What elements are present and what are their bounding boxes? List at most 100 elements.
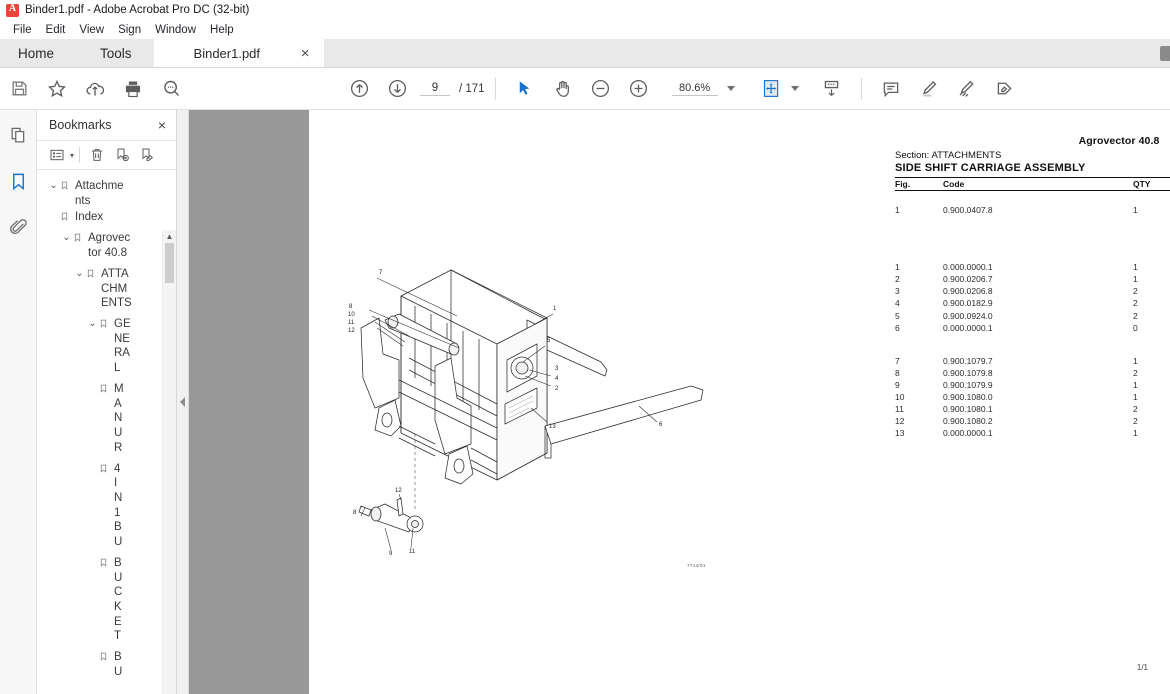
new-bookmark-icon[interactable]: [110, 144, 133, 166]
page-thumbnails-icon[interactable]: [3, 120, 33, 150]
cell-qty: 1: [1133, 274, 1138, 285]
page-scroll-icon[interactable]: [813, 70, 851, 108]
menu-view[interactable]: View: [72, 23, 111, 37]
document-model-title: Agrovector 40.8: [1078, 135, 1160, 147]
menu-file[interactable]: File: [6, 23, 39, 37]
cell-code: 0.900.1080.0: [943, 391, 993, 402]
chevron-down-icon[interactable]: ⌄: [73, 267, 86, 281]
options-chevron-icon[interactable]: ▾: [70, 151, 74, 160]
column-header-qty: QTY: [1133, 179, 1151, 189]
zoom-out-icon[interactable]: [582, 70, 620, 108]
bookmark-item[interactable]: MANUR: [37, 381, 176, 457]
cell-code: 0.000.0000.1: [943, 322, 993, 333]
bookmark-icon: [99, 382, 114, 397]
scroll-up-arrow-icon[interactable]: ▲: [163, 230, 176, 243]
cell-fig: 2: [895, 274, 900, 285]
tab-document[interactable]: Binder1.pdf ×: [153, 39, 324, 68]
close-icon[interactable]: ×: [301, 46, 310, 61]
bookmark-label: 4 IN 1 BU: [114, 462, 123, 549]
cell-code: 0.900.0206.8: [943, 286, 993, 297]
chevron-down-icon[interactable]: ⌄: [60, 231, 73, 245]
close-icon[interactable]: ×: [158, 118, 166, 132]
cell-qty: 2: [1133, 403, 1138, 414]
bookmark-item[interactable]: BU: [37, 649, 176, 680]
drawing-callout: 8: [353, 510, 357, 516]
tab-tools[interactable]: Tools: [78, 39, 154, 68]
bookmarks-toolbar-divider: [79, 147, 81, 163]
hand-icon[interactable]: [544, 70, 582, 108]
sign-icon[interactable]: [986, 70, 1024, 108]
next-page-icon[interactable]: [378, 70, 416, 108]
drawing-callout: 11: [348, 320, 355, 326]
cell-code: 0.000.0000.1: [943, 428, 993, 439]
menu-edit[interactable]: Edit: [39, 23, 73, 37]
bookmark-label: Agrovector 40.8: [88, 232, 131, 260]
panel-collapse-handle[interactable]: [177, 110, 189, 694]
menu-sign[interactable]: Sign: [111, 23, 148, 37]
cell-fig: 1: [895, 205, 900, 215]
bookmark-item[interactable]: ⌄ GENERAL: [37, 316, 176, 377]
edit-bookmark-icon[interactable]: [135, 144, 158, 166]
bookmark-item[interactable]: ⌄ Agrovector 40.8: [37, 230, 176, 261]
cell-qty: 1: [1133, 262, 1138, 273]
save-icon[interactable]: [0, 70, 38, 108]
bookmark-icon: [73, 231, 88, 246]
tab-home[interactable]: Home: [0, 39, 78, 68]
bookmark-label: Index: [75, 211, 104, 224]
star-icon[interactable]: [38, 70, 76, 108]
table-row: 11 0.900.1080.1 2 washer: [895, 403, 1170, 415]
window-title: Binder1.pdf - Adobe Acrobat Pro DC (32-b…: [25, 4, 250, 16]
erase-pen-icon[interactable]: [948, 70, 986, 108]
cell-code: 0.900.1079.9: [943, 379, 993, 390]
list-options-icon[interactable]: [45, 144, 68, 166]
table-row: 8 0.900.1079.8 2 bolt: [895, 367, 1170, 379]
tabbar-overflow-icon[interactable]: [1160, 46, 1170, 61]
bookmark-item[interactable]: BUCKET: [37, 555, 176, 645]
cell-code: 0.900.1080.1: [943, 403, 993, 414]
bookmark-item[interactable]: Index: [37, 209, 176, 226]
magnifier-icon[interactable]: [152, 70, 190, 108]
menu-window[interactable]: Window: [148, 23, 203, 37]
drawing-callout: 10: [348, 312, 355, 318]
zoom-control[interactable]: 80.6%: [671, 82, 735, 96]
highlight-pen-icon[interactable]: [910, 70, 948, 108]
drawing-callout: 12: [348, 328, 355, 334]
paperclip-icon[interactable]: [3, 212, 33, 242]
chevron-down-icon[interactable]: [726, 86, 735, 91]
cell-fig: 11: [895, 403, 904, 414]
cell-fig: 6: [895, 322, 900, 333]
drawing-callout: 13: [549, 424, 556, 430]
fit-page-chevron-icon[interactable]: [790, 86, 799, 91]
scrollbar-thumb[interactable]: [165, 243, 174, 283]
cell-fig: 9: [895, 379, 900, 390]
zoom-in-icon[interactable]: [620, 70, 658, 108]
table-row: 10 0.900.1080.0 1 pin: [895, 391, 1170, 403]
bookmark-icon: [60, 179, 75, 194]
prev-page-icon[interactable]: [340, 70, 378, 108]
trash-icon[interactable]: [85, 144, 108, 166]
bookmark-item[interactable]: ⌄ Attachments: [37, 178, 176, 209]
upload-cloud-icon[interactable]: [76, 70, 114, 108]
drawing-callout: 11: [409, 549, 416, 555]
comment-icon[interactable]: [872, 70, 910, 108]
fit-page-icon[interactable]: [753, 70, 791, 108]
page-number-input[interactable]: [420, 81, 450, 96]
bookmarks-scrollbar[interactable]: ▲: [162, 230, 176, 694]
menu-help[interactable]: Help: [203, 23, 241, 37]
cursor-arrow-icon[interactable]: [506, 70, 544, 108]
chevron-down-icon[interactable]: ⌄: [47, 179, 60, 193]
bookmark-icon[interactable]: [3, 166, 33, 196]
table-row: 9 0.900.1079.9 1 pin: [895, 379, 1170, 391]
print-icon[interactable]: [114, 70, 152, 108]
column-header-code: Code: [943, 179, 965, 189]
cell-qty: 2: [1133, 286, 1138, 297]
bookmark-icon: [99, 556, 114, 571]
chevron-down-icon[interactable]: ⌄: [86, 317, 99, 331]
cell-fig: 4: [895, 298, 900, 309]
document-viewport[interactable]: Agrovector 40.8 Section: ATTACHMENTS Ref…: [189, 110, 1170, 694]
bookmark-item[interactable]: 4 IN 1 BU: [37, 461, 176, 551]
bookmark-item[interactable]: ⌄ ATTACHMENTS: [37, 266, 176, 312]
bookmark-icon: [99, 317, 114, 332]
page-navigation: / 171: [420, 81, 485, 96]
cell-qty: 1: [1133, 428, 1138, 439]
